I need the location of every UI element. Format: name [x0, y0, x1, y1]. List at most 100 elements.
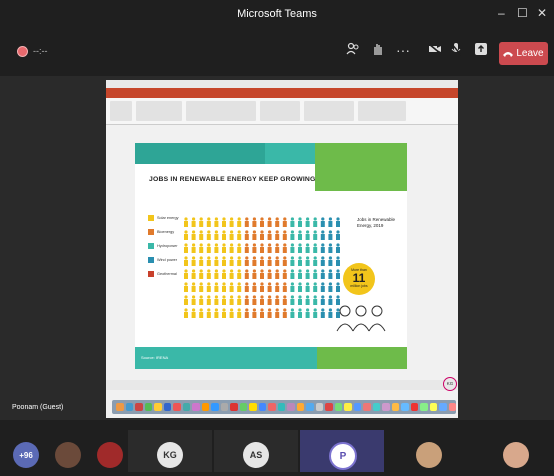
- person-icon: [313, 269, 318, 279]
- person-icon: [206, 269, 211, 279]
- dock-app-icon[interactable]: [372, 403, 380, 411]
- dock-app-icon[interactable]: [173, 403, 181, 411]
- person-icon: [237, 243, 242, 253]
- dock-app-icon[interactable]: [353, 403, 361, 411]
- participant-photo-avatar[interactable]: [55, 442, 81, 468]
- dock-app-icon[interactable]: [163, 403, 171, 411]
- dock-app-icon[interactable]: [382, 403, 390, 411]
- person-icon: [260, 256, 264, 266]
- dock-app-icon[interactable]: [116, 403, 124, 411]
- dock-app-icon[interactable]: [401, 403, 409, 411]
- person-icon: [222, 217, 226, 227]
- person-icon: [275, 230, 280, 240]
- person-icon: [244, 217, 249, 227]
- dock-app-icon[interactable]: [306, 403, 314, 411]
- leave-button[interactable]: Leave: [499, 42, 548, 65]
- dock-app-icon[interactable]: [334, 403, 342, 411]
- person-icon: [275, 217, 280, 227]
- person-icon: [282, 269, 287, 279]
- meeting-toolbar: --:-- ···: [0, 30, 554, 76]
- participant-avatar-as[interactable]: AS: [243, 442, 269, 468]
- person-icon: [244, 308, 249, 318]
- dock-app-icon[interactable]: [182, 403, 190, 411]
- legend-bioenergy: Bioenergy: [148, 229, 174, 235]
- person-icon: [252, 295, 257, 305]
- dock-app-icon[interactable]: [154, 403, 162, 411]
- dock-app-icon[interactable]: [239, 403, 247, 411]
- dock-app-icon[interactable]: [249, 403, 257, 411]
- maximize-button[interactable]: ☐: [517, 6, 528, 20]
- close-button[interactable]: ✕: [537, 6, 547, 20]
- dock-app-icon[interactable]: [448, 403, 456, 411]
- person-icon: [320, 230, 325, 240]
- dock-app-icon[interactable]: [192, 403, 200, 411]
- participant-photo-avatar[interactable]: [97, 442, 123, 468]
- participant-avatar-kg[interactable]: KG: [157, 442, 183, 468]
- dock-app-icon[interactable]: [315, 403, 323, 411]
- dock-app-icon[interactable]: [344, 403, 352, 411]
- dock-app-icon[interactable]: [325, 403, 333, 411]
- dock-app-icon[interactable]: [201, 403, 209, 411]
- person-icon: [191, 243, 196, 253]
- dock-app-icon[interactable]: [144, 403, 152, 411]
- person-icon: [260, 308, 264, 318]
- person-icon: [305, 217, 310, 227]
- slide-note: Jobs in Renewable Energy, 2019: [357, 217, 396, 228]
- mic-off-icon[interactable]: [450, 42, 462, 59]
- more-options-button[interactable]: ···: [396, 42, 410, 58]
- person-icon: [298, 230, 302, 240]
- person-icon: [244, 243, 249, 253]
- slide-source: Source: IRENA: [141, 355, 169, 360]
- shared-powerpoint-window: JOBS IN RENEWABLE ENERGY KEEP GROWING So…: [106, 80, 458, 418]
- person-icon: [252, 308, 257, 318]
- dock-app-icon[interactable]: [268, 403, 276, 411]
- person-icon: [336, 282, 340, 292]
- person-icon: [191, 269, 196, 279]
- person-icon: [222, 243, 226, 253]
- person-icon: [199, 308, 204, 318]
- person-icon: [313, 256, 318, 266]
- person-icon: [214, 282, 219, 292]
- camera-off-icon[interactable]: [428, 42, 442, 58]
- person-icon: [313, 230, 318, 240]
- person-icon: [282, 295, 287, 305]
- dock-app-icon[interactable]: [296, 403, 304, 411]
- person-icon: [290, 295, 295, 305]
- person-icon: [290, 308, 295, 318]
- minimize-button[interactable]: –: [498, 6, 505, 20]
- person-icon: [260, 217, 264, 227]
- dock-app-icon[interactable]: [429, 403, 437, 411]
- dock-app-icon[interactable]: [211, 403, 219, 411]
- more-participants-button[interactable]: +96: [13, 442, 39, 468]
- recording-indicator-icon: [17, 46, 28, 57]
- person-icon: [206, 243, 211, 253]
- participant-photo-avatar[interactable]: [503, 442, 529, 468]
- dock-app-icon[interactable]: [410, 403, 418, 411]
- dock-app-icon[interactable]: [258, 403, 266, 411]
- person-icon: [290, 217, 295, 227]
- dock-app-icon[interactable]: [287, 403, 295, 411]
- person-icon: [313, 243, 318, 253]
- dock-app-icon[interactable]: [277, 403, 285, 411]
- person-icon: [320, 308, 325, 318]
- dock-app-icon[interactable]: [125, 403, 133, 411]
- dock-app-icon[interactable]: [363, 403, 371, 411]
- person-icon: [237, 282, 242, 292]
- person-icon: [191, 295, 196, 305]
- person-icon: [298, 269, 302, 279]
- dock-app-icon[interactable]: [439, 403, 447, 411]
- dock-app-icon[interactable]: [391, 403, 399, 411]
- dock-app-icon[interactable]: [135, 403, 143, 411]
- raise-hand-icon[interactable]: [372, 42, 384, 59]
- dock-app-icon[interactable]: [230, 403, 238, 411]
- participant-photo-avatar[interactable]: [416, 442, 442, 468]
- dock-app-icon[interactable]: [220, 403, 228, 411]
- legend-hydropower: Hydropower: [148, 243, 177, 249]
- participants-icon[interactable]: [346, 42, 360, 59]
- person-icon: [260, 230, 264, 240]
- dock-app-icon[interactable]: [420, 403, 428, 411]
- person-icon: [275, 282, 280, 292]
- participant-avatar-p[interactable]: P: [329, 442, 357, 470]
- person-icon: [282, 230, 287, 240]
- share-screen-icon[interactable]: [475, 42, 487, 58]
